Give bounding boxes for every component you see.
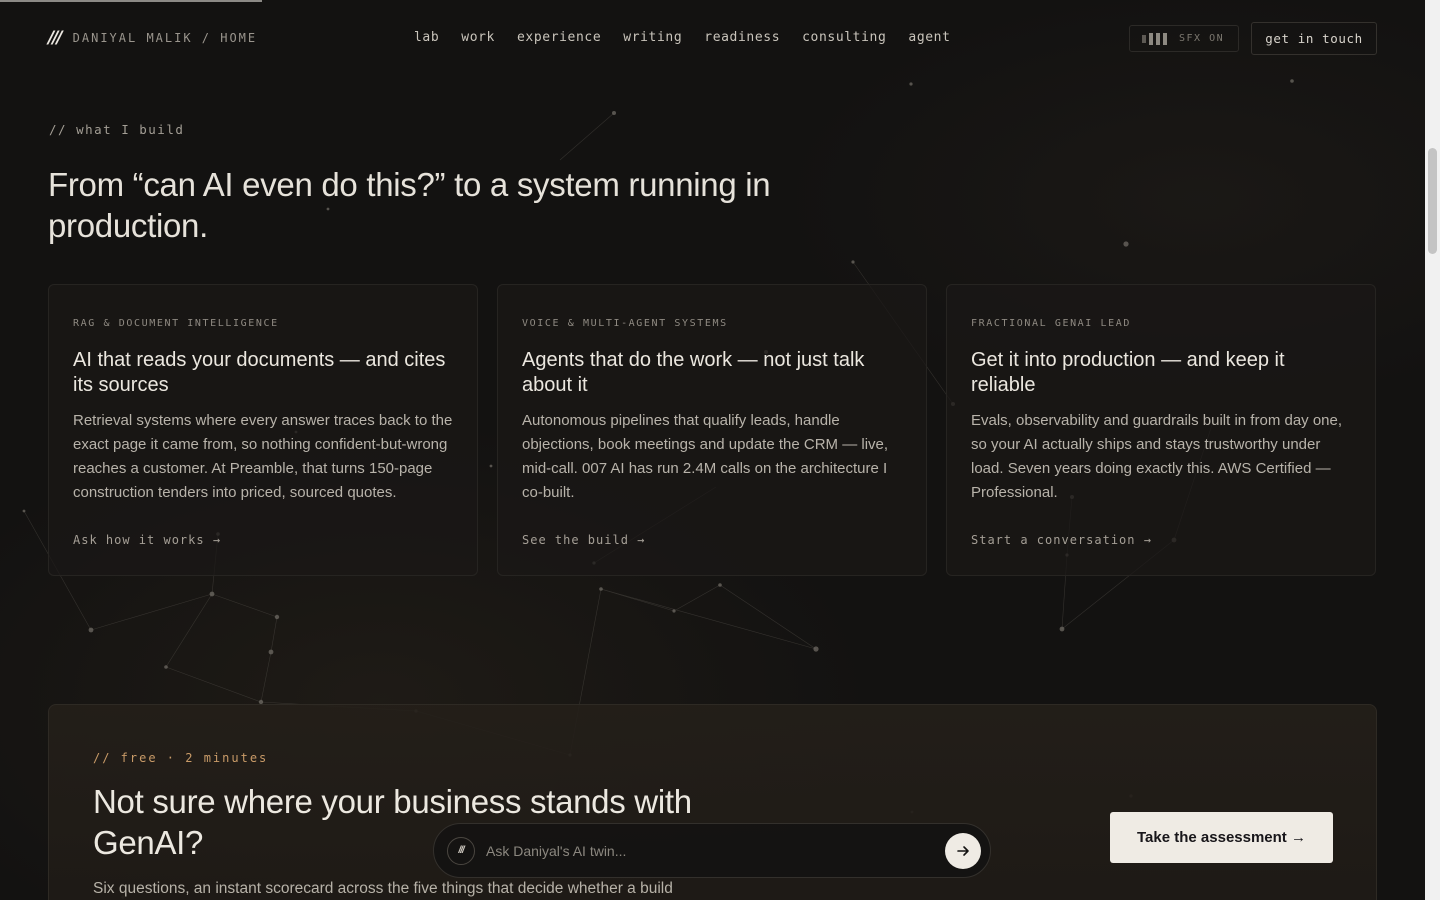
card-title: AI that reads your documents — and cites… [73,349,446,396]
nav-work[interactable]: work [450,28,506,47]
section-headline: From “can AI even do this?” to a system … [48,166,771,244]
scrollbar-thumb[interactable] [1428,148,1437,254]
breadcrumb: DANIYAL MALIK / HOME [72,31,258,45]
see-the-build-link[interactable]: See the build → [522,533,645,547]
send-button[interactable] [945,832,981,869]
take-assessment-button[interactable]: Take the assessment → [1110,812,1333,863]
card-body: Autonomous pipelines that qualify leads,… [522,412,889,501]
arrow-right-icon [957,845,969,856]
main-nav: lab work experience writing readiness co… [403,28,962,47]
ai-twin-avatar: /// [447,836,475,865]
nav-readiness[interactable]: readiness [693,28,791,47]
section-eyebrow: // what I build [49,122,185,137]
get-in-touch-button[interactable]: get in touch [1251,22,1377,55]
scrollbar-track[interactable] [1425,0,1440,900]
card-body: Retrieval systems where every answer tra… [73,412,453,501]
card-title: Agents that do the work — not just talk … [522,349,865,396]
sfx-toggle[interactable]: SFX ON [1129,25,1239,52]
home-logo-link[interactable]: /// DANIYAL MALIK / HOME [48,28,257,48]
assessment-body: Six questions, an instant scorecard acro… [93,880,673,897]
card-voice-agents: VOICE & MULTI-AGENT SYSTEMS Agents that … [497,284,927,576]
card-rag: RAG & DOCUMENT INTELLIGENCE AI that read… [48,284,478,576]
nav-lab[interactable]: lab [403,28,450,47]
card-tag: RAG & DOCUMENT INTELLIGENCE [73,318,279,329]
nav-consulting[interactable]: consulting [791,28,897,47]
nav-agent[interactable]: agent [897,28,961,47]
sfx-label: SFX ON [1179,33,1225,44]
card-title: Get it into production — and keep it rel… [971,349,1285,396]
card-tag: VOICE & MULTI-AGENT SYSTEMS [522,318,728,329]
card-tag: FRACTIONAL GENAI LEAD [971,318,1132,329]
ai-twin-chat-bar: /// [433,823,991,878]
assessment-eyebrow: // free · 2 minutes [93,751,269,765]
logo-mark: /// [48,28,63,48]
sound-bars-icon [1142,32,1167,45]
card-fractional-lead: FRACTIONAL GENAI LEAD Get it into produc… [946,284,1376,576]
start-conversation-link[interactable]: Start a conversation → [971,533,1152,547]
nav-writing[interactable]: writing [612,28,693,47]
ask-how-it-works-link[interactable]: Ask how it works → [73,533,221,547]
ai-twin-chat-input[interactable] [486,842,945,859]
nav-experience[interactable]: experience [506,28,612,47]
card-body: Evals, observability and guardrails buil… [971,412,1343,501]
